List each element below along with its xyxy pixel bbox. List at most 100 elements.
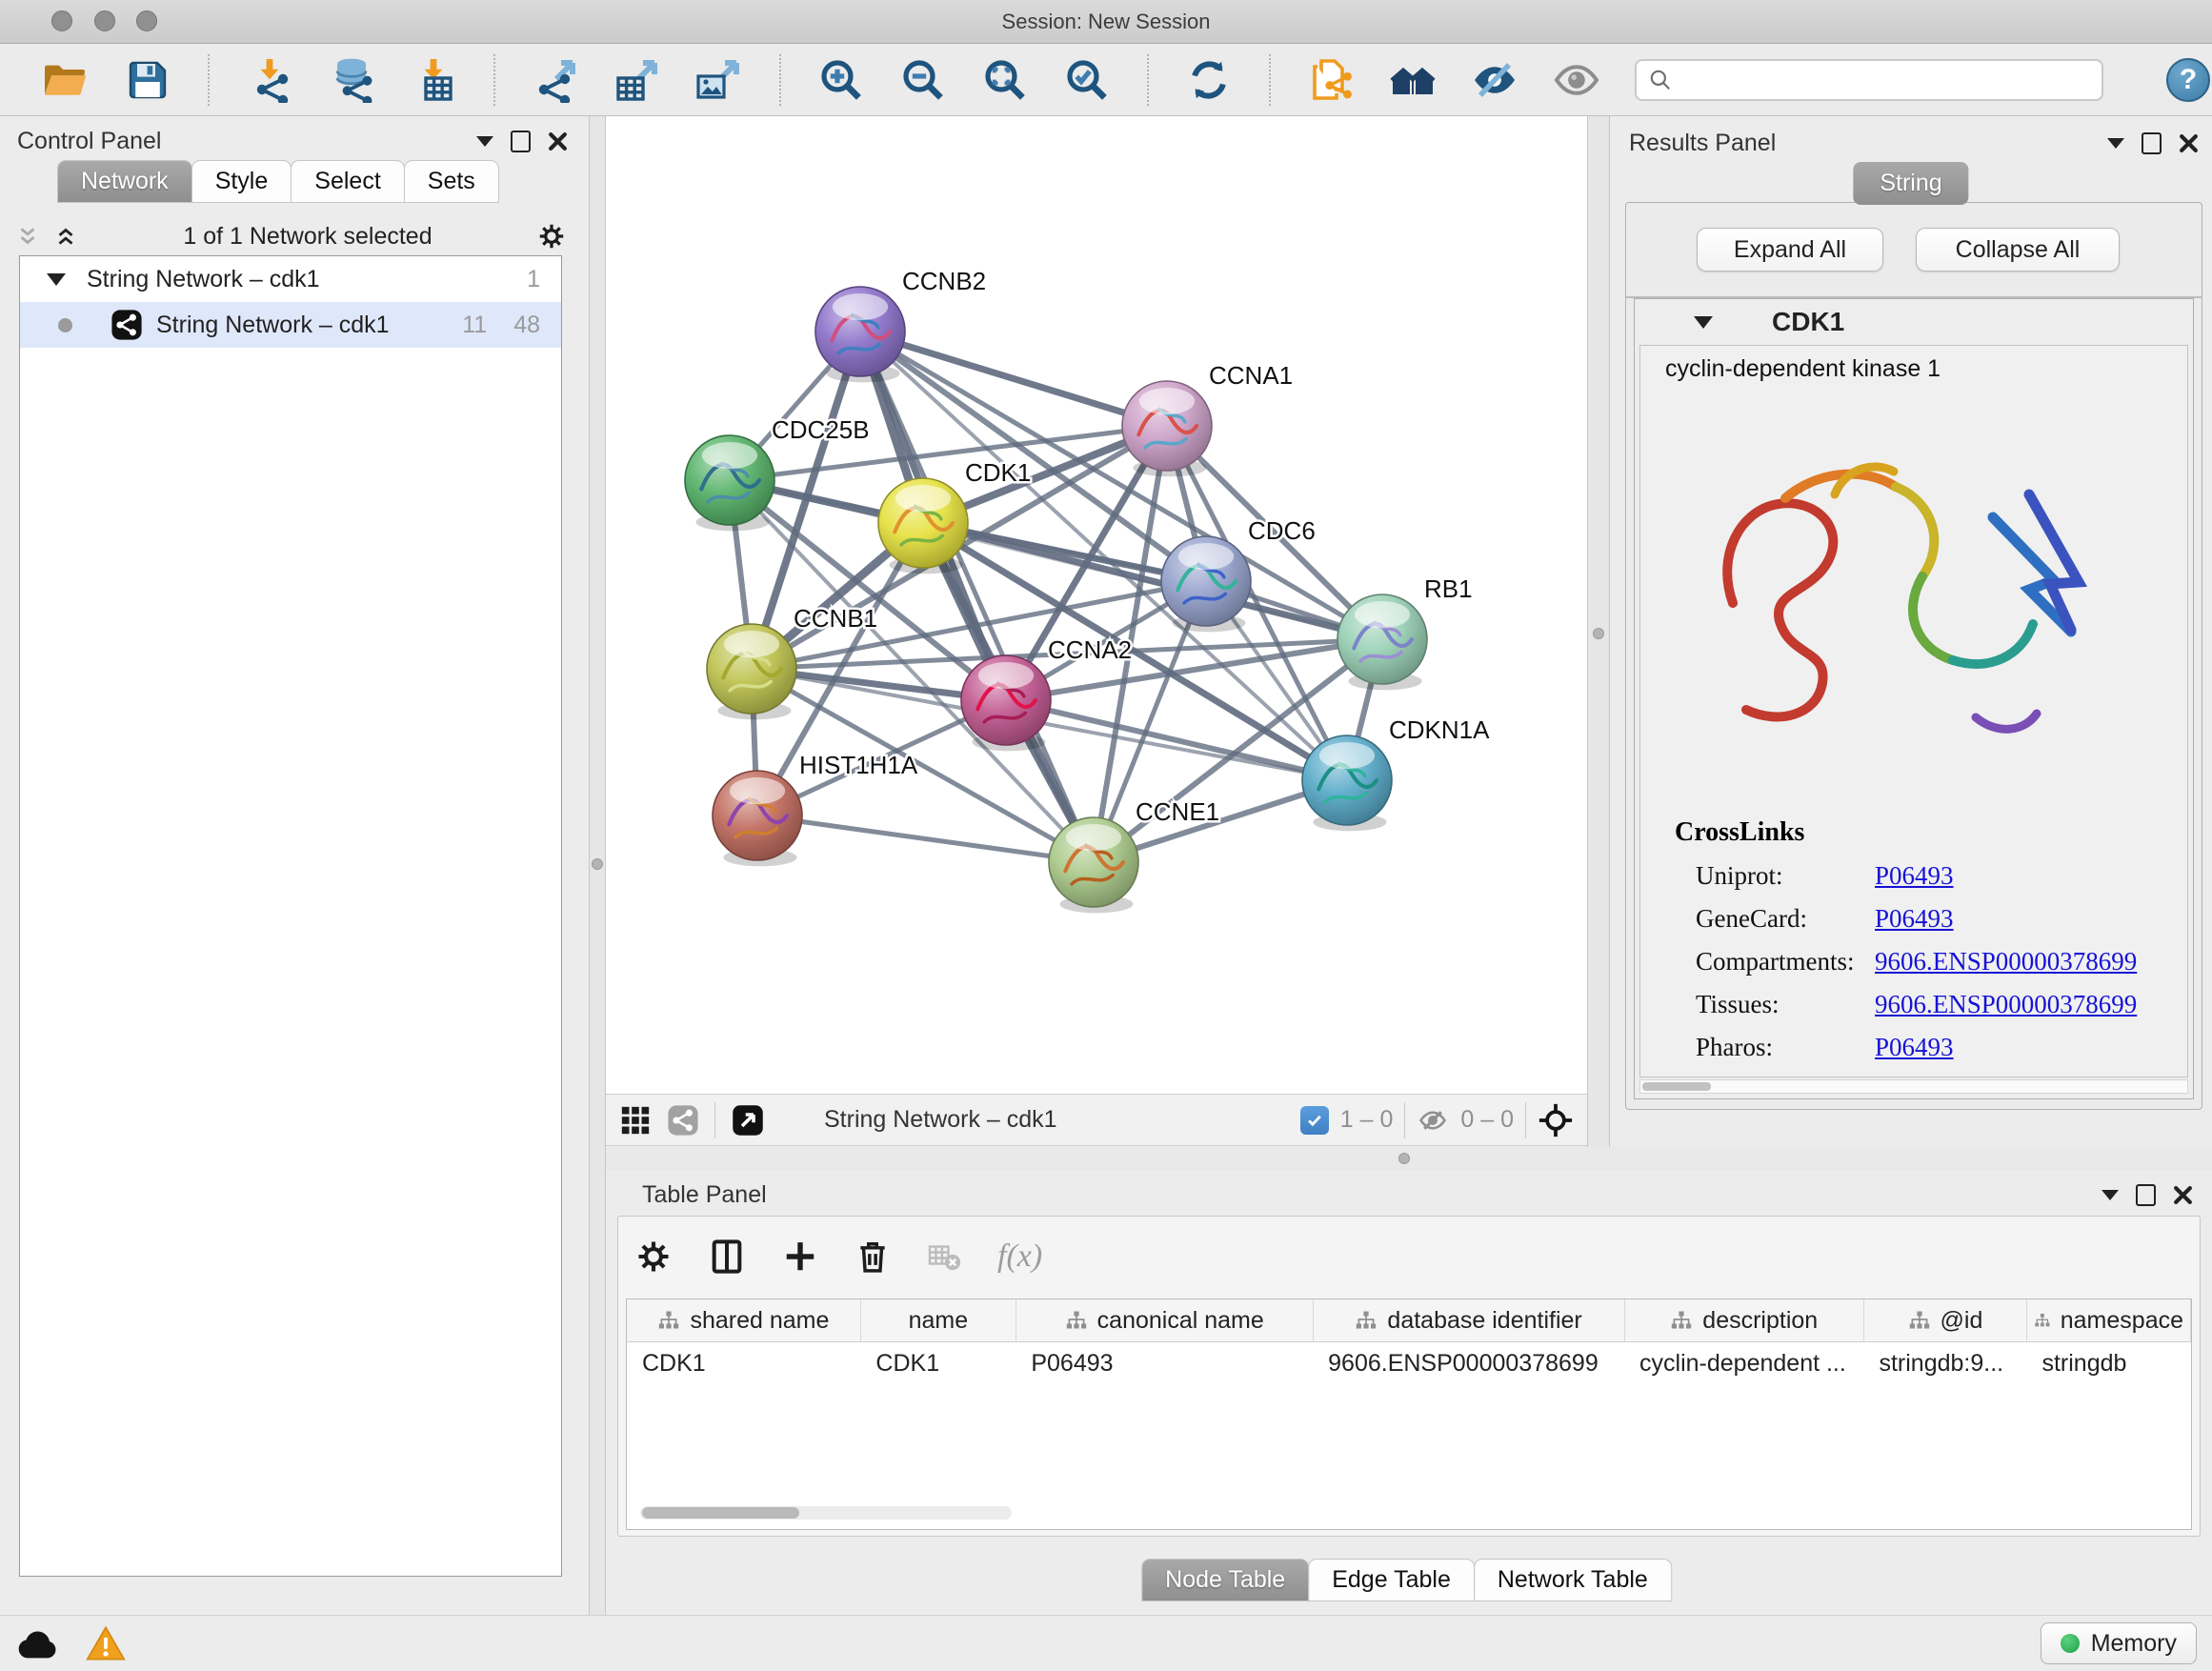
network-options-gear-icon[interactable] (537, 222, 566, 251)
table-row[interactable]: CDK1CDK1P064939606.ENSP00000378699cyclin… (627, 1342, 2191, 1384)
open-in-window-icon[interactable] (731, 1103, 765, 1137)
right-splitter[interactable] (1587, 116, 1610, 1147)
search-box[interactable] (1635, 59, 2103, 101)
zoom-in-button[interactable] (817, 56, 865, 104)
table-panel-float-icon[interactable] (2136, 1184, 2156, 1206)
panel-float-icon[interactable] (511, 131, 531, 152)
cloud-status-icon[interactable] (15, 1626, 59, 1661)
clone-network-button[interactable] (1307, 56, 1355, 104)
table-settings-gear-icon[interactable] (635, 1238, 672, 1275)
zoom-selected-button[interactable] (1063, 56, 1111, 104)
column-header-description[interactable]: description (1624, 1299, 1863, 1342)
column-header-canonical-name[interactable]: canonical name (1016, 1299, 1313, 1342)
network-graph[interactable]: CCNB2CCNA1CDC25BCDK1CDC6RB1CCNB1CCNA2CDK… (606, 116, 1587, 1094)
tab-sets[interactable]: Sets (404, 160, 499, 203)
graph-node-CCNA1[interactable] (1122, 381, 1212, 476)
search-input[interactable] (1682, 66, 2090, 94)
warning-icon[interactable] (86, 1624, 126, 1662)
network-row[interactable]: String Network – cdk1 11 48 (20, 302, 561, 348)
grid-view-icon[interactable] (619, 1104, 652, 1137)
results-tab-string[interactable]: String (1853, 162, 1968, 205)
import-database-button[interactable] (328, 56, 375, 104)
column-header-namespace[interactable]: namespace (2026, 1299, 2190, 1342)
left-splitter-handle[interactable] (592, 858, 603, 870)
graph-edge[interactable] (757, 815, 1094, 862)
left-splitter[interactable] (589, 116, 606, 1615)
table-cell[interactable]: CDK1 (627, 1342, 860, 1384)
help-button[interactable]: ? (2166, 58, 2210, 102)
birds-eye-crosshair-icon[interactable] (1538, 1102, 1574, 1138)
selected-indicator-checkbox[interactable] (1300, 1106, 1329, 1135)
add-column-plus-icon[interactable] (782, 1238, 818, 1275)
gene-scrollbar[interactable] (1639, 1079, 2188, 1094)
results-panel-menu-icon[interactable] (2107, 138, 2124, 149)
graph-node-RB1[interactable] (1337, 594, 1427, 690)
graph-node-HIST1H1A[interactable] (713, 771, 802, 866)
table-panel-close-icon[interactable] (2173, 1185, 2193, 1205)
horizontal-splitter-handle[interactable] (1398, 1153, 1410, 1164)
refresh-button[interactable] (1185, 56, 1233, 104)
tab-network-table[interactable]: Network Table (1474, 1559, 1672, 1601)
tab-style[interactable]: Style (191, 160, 292, 203)
table-cell[interactable]: stringdb (2026, 1342, 2190, 1384)
table-cell[interactable]: P06493 (1016, 1342, 1313, 1384)
crosslink-link[interactable]: 9606.ENSP00000378699 (1875, 990, 2137, 1019)
graph-edge[interactable] (860, 332, 1094, 862)
save-button[interactable] (124, 56, 171, 104)
crosslink-link[interactable]: 9606.ENSP00000378699 (1875, 947, 2137, 976)
graph-node-CCNB1[interactable] (707, 624, 796, 719)
crosslink-link[interactable]: P06493 (1875, 904, 1954, 934)
tab-select[interactable]: Select (291, 160, 404, 203)
import-table-button[interactable] (410, 56, 457, 104)
graph-edge[interactable] (860, 332, 1167, 426)
column-header-name[interactable]: name (860, 1299, 1016, 1342)
memory-button[interactable]: Memory (2041, 1622, 2197, 1664)
collapse-all-button[interactable]: Collapse All (1916, 228, 2120, 272)
node-table[interactable]: shared namenamecanonical namedatabase id… (627, 1299, 2191, 1383)
graph-node-CDKN1A[interactable] (1302, 735, 1392, 831)
tab-node-table[interactable]: Node Table (1141, 1559, 1309, 1601)
hide-results-button[interactable] (1471, 56, 1518, 104)
graph-node-CDC25B[interactable] (685, 435, 774, 531)
collection-expand-icon[interactable] (47, 273, 66, 286)
table-cell[interactable]: CDK1 (860, 1342, 1016, 1384)
table-cell[interactable]: stringdb:9... (1863, 1342, 2026, 1384)
column-header-@id[interactable]: @id (1863, 1299, 2026, 1342)
panel-close-icon[interactable] (548, 131, 568, 151)
show-eye-button[interactable] (1553, 56, 1600, 104)
table-cell[interactable]: 9606.ENSP00000378699 (1313, 1342, 1624, 1384)
results-panel-close-icon[interactable] (2179, 133, 2199, 153)
zoom-fit-button[interactable] (981, 56, 1029, 104)
crosslink-link[interactable]: P06493 (1875, 1033, 1954, 1062)
table-hscrollbar[interactable] (640, 1506, 1012, 1520)
string-home-button[interactable] (1389, 56, 1437, 104)
import-network-button[interactable] (246, 56, 293, 104)
horizontal-splitter[interactable] (606, 1147, 2212, 1170)
column-header-shared-name[interactable]: shared name (627, 1299, 860, 1342)
expand-all-button[interactable]: Expand All (1697, 228, 1883, 272)
results-panel-float-icon[interactable] (2142, 132, 2162, 154)
export-image-button[interactable] (695, 56, 743, 104)
panel-menu-icon[interactable] (476, 136, 493, 147)
network-canvas[interactable]: CCNB2CCNA1CDC25BCDK1CDC6RB1CCNB1CCNA2CDK… (606, 116, 1587, 1094)
delete-column-trash-icon[interactable] (855, 1238, 891, 1275)
network-view-share-icon[interactable] (667, 1104, 699, 1137)
export-network-button[interactable] (532, 56, 579, 104)
graph-edge[interactable] (1006, 700, 1347, 780)
graph-node-CDC6[interactable] (1161, 536, 1251, 632)
graph-node-CCNE1[interactable] (1049, 817, 1138, 913)
expand-all-icon[interactable] (53, 223, 78, 250)
zoom-out-button[interactable] (899, 56, 947, 104)
export-table-button[interactable] (613, 56, 661, 104)
right-splitter-handle[interactable] (1593, 628, 1604, 639)
network-collection-row[interactable]: String Network – cdk1 1 (20, 256, 561, 302)
graph-node-CDK1[interactable] (878, 478, 968, 574)
column-header-database-identifier[interactable]: database identifier (1313, 1299, 1624, 1342)
gene-collapse-icon[interactable] (1694, 316, 1713, 329)
table-cell[interactable]: cyclin-dependent ... (1624, 1342, 1863, 1384)
crosslink-link[interactable]: P06493 (1875, 861, 1954, 891)
table-panel-menu-icon[interactable] (2101, 1190, 2119, 1200)
tab-edge-table[interactable]: Edge Table (1308, 1559, 1475, 1601)
collapse-all-icon[interactable] (15, 223, 40, 250)
tab-network[interactable]: Network (57, 160, 192, 203)
